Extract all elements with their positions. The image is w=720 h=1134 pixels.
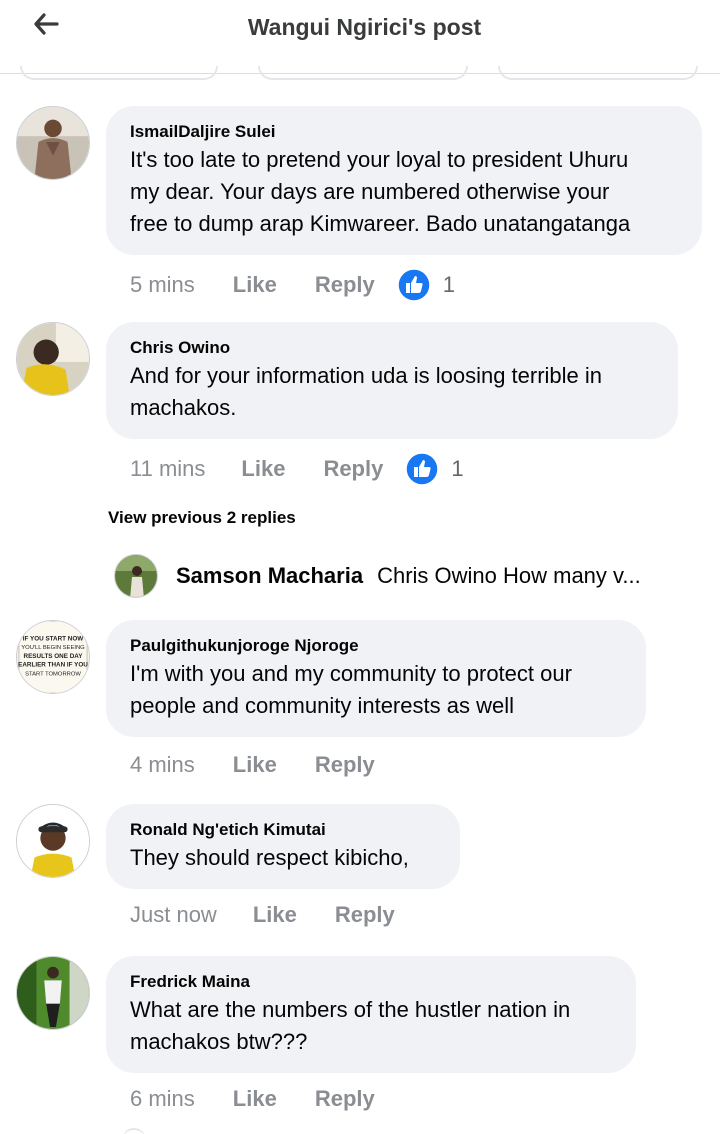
svg-text:START TOMORROW: START TOMORROW <box>25 671 81 677</box>
like-count: 1 <box>442 272 455 297</box>
svg-text:EARLIER THAN IF YOU: EARLIER THAN IF YOU <box>18 662 88 669</box>
avatar[interactable] <box>16 106 90 180</box>
comment-bubble: Chris Owino And for your information uda… <box>106 322 678 439</box>
avatar[interactable] <box>16 804 90 878</box>
reply-button[interactable]: Reply <box>335 902 395 928</box>
comment-actions: 6 mins Like Reply <box>130 1086 375 1112</box>
next-comment-edge <box>122 1128 146 1134</box>
svg-text:YOU'LL BEGIN SEEING: YOU'LL BEGIN SEEING <box>21 645 85 651</box>
reaction-summary[interactable]: 1 <box>405 452 464 486</box>
comment-text: They should respect kibicho, <box>130 845 409 870</box>
comment-bubble: Paulgithukunjoroge Njoroge I'm with you … <box>106 620 646 737</box>
page-title: Wangui Ngirici's post <box>247 14 482 40</box>
comment-text: And for your information uda is loosing … <box>130 363 603 420</box>
comment-actions: Just now Like Reply <box>130 902 395 928</box>
reply-text: Chris Owino How many v... <box>377 563 641 588</box>
comment-author[interactable]: Ronald Ng'etich Kimutai <box>130 820 436 840</box>
comment-actions: 5 mins Like Reply 1 <box>130 268 455 302</box>
reply-button[interactable]: Reply <box>315 1086 375 1112</box>
reaction-summary[interactable]: 1 <box>397 268 455 302</box>
comment-actions: 11 mins Like Reply 1 <box>130 452 464 486</box>
comment-text: It's too late to pretend your loyal to p… <box>130 147 631 236</box>
avatar[interactable] <box>16 322 90 396</box>
avatar[interactable] <box>16 956 90 1030</box>
comment-bubble: IsmailDaljire Sulei It's too late to pre… <box>106 106 702 255</box>
avatar[interactable]: IF YOU START NOW YOU'LL BEGIN SEEING RES… <box>16 620 90 694</box>
avatar[interactable] <box>114 554 158 598</box>
comment-text: What are the numbers of the hustler nati… <box>130 997 571 1054</box>
like-button[interactable]: Like <box>253 902 297 928</box>
reply-button[interactable]: Reply <box>315 272 375 298</box>
previous-comment-edge <box>498 66 698 80</box>
previous-comment-edge <box>258 66 468 80</box>
svg-text:IF YOU START NOW: IF YOU START NOW <box>23 635 83 642</box>
like-reaction-icon <box>405 452 440 486</box>
comment-time: 5 mins <box>130 272 195 297</box>
post-header: Wangui Ngirici's post <box>0 0 720 74</box>
comment-author[interactable]: Paulgithukunjoroge Njoroge <box>130 636 622 656</box>
reply-button[interactable]: Reply <box>315 752 375 778</box>
reply-preview[interactable]: Samson Macharia Chris Owino How many v..… <box>114 554 641 598</box>
comment-author[interactable]: Chris Owino <box>130 338 654 358</box>
like-button[interactable]: Like <box>233 752 277 778</box>
comment-bubble: Fredrick Maina What are the numbers of t… <box>106 956 636 1073</box>
like-count: 1 <box>451 456 464 481</box>
like-reaction-icon <box>397 268 431 302</box>
like-button[interactable]: Like <box>233 272 277 298</box>
comment-text: I'm with you and my community to protect… <box>130 661 572 718</box>
comment-bubble: Ronald Ng'etich Kimutai They should resp… <box>106 804 460 889</box>
comment-author[interactable]: Fredrick Maina <box>130 972 612 992</box>
view-previous-replies[interactable]: View previous 2 replies <box>108 508 296 528</box>
comment-time: 11 mins <box>130 456 206 481</box>
like-button[interactable]: Like <box>241 456 285 482</box>
like-button[interactable]: Like <box>233 1086 277 1112</box>
comment-time: 6 mins <box>130 1086 195 1111</box>
comment-time: 4 mins <box>130 752 195 777</box>
reply-button[interactable]: Reply <box>323 456 383 482</box>
svg-text:RESULTS ONE DAY: RESULTS ONE DAY <box>24 653 84 660</box>
comment-time: Just now <box>130 902 217 927</box>
previous-comment-edge <box>20 66 218 80</box>
reply-author[interactable]: Samson Macharia <box>176 563 363 589</box>
comment-author[interactable]: IsmailDaljire Sulei <box>130 122 678 142</box>
comment-actions: 4 mins Like Reply <box>130 752 375 778</box>
